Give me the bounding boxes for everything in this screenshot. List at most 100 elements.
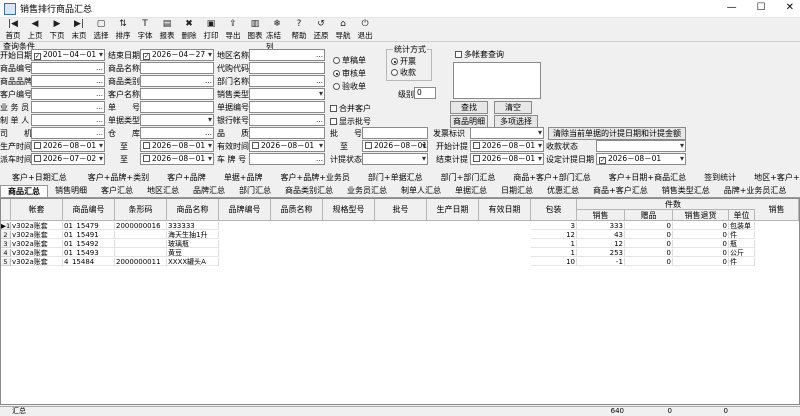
table-cell-barcode[interactable]: 2000000016: [115, 222, 167, 230]
tab-tabs_row1-5[interactable]: 部门+单据汇总: [359, 172, 432, 184]
valid-from-field[interactable]: 2026－08－01: [249, 140, 325, 152]
goods-category-input[interactable]: …: [140, 75, 214, 87]
table-cell-acct[interactable]: v302a账套: [11, 231, 63, 239]
table-cell-name[interactable]: 海天生抽1升: [167, 231, 219, 239]
column-header[interactable]: 批号: [375, 199, 427, 221]
tab-tabs_row1-4[interactable]: 客户+品牌+业务员: [272, 172, 359, 184]
table-cell-code[interactable]: 4_15484: [63, 258, 115, 266]
column-header[interactable]: 规格型号: [323, 199, 375, 221]
table-cell-sale[interactable]: 253: [577, 249, 625, 257]
table-cell-gift[interactable]: 0: [625, 258, 673, 266]
table-cell-name[interactable]: 333333: [167, 222, 219, 230]
tab-tabs_row1-8[interactable]: 客户+日期+商品汇总: [600, 172, 695, 184]
table-cell-ret[interactable]: 0: [673, 249, 729, 257]
goods-code-input[interactable]: …: [31, 62, 105, 74]
table-cell-unit[interactable]: 瓶: [729, 240, 755, 248]
region-input[interactable]: …: [249, 49, 325, 61]
table-cell-unit[interactable]: 公斤: [729, 249, 755, 257]
table-cell-sale[interactable]: 333: [577, 222, 625, 230]
column-header[interactable]: 单位: [729, 210, 755, 221]
start-date-field[interactable]: ✓ 2001－04－01: [31, 49, 105, 61]
merge-customer-check[interactable]: 合并客户: [330, 103, 371, 114]
tab-tabs_row2-6[interactable]: 商品类别汇总: [278, 185, 340, 197]
calc-status-select[interactable]: [362, 153, 428, 165]
salesman-input[interactable]: …: [31, 101, 105, 113]
table-cell-sale[interactable]: 12: [577, 240, 625, 248]
table-cell-gift[interactable]: 0: [625, 231, 673, 239]
goods-name-input[interactable]: [140, 62, 214, 74]
toolbar-freeze-button[interactable]: ❄ 冻结列: [266, 18, 288, 51]
table-cell-barcode[interactable]: [115, 231, 167, 239]
goods-brand-input[interactable]: …: [31, 75, 105, 87]
sales-type-select[interactable]: [249, 88, 325, 100]
agent-code-input[interactable]: [249, 62, 325, 74]
customer-name-input[interactable]: [140, 88, 214, 100]
table-cell-name[interactable]: XXXX罐头A: [167, 258, 219, 266]
row-header[interactable]: 4: [1, 249, 11, 257]
delivery-to-field[interactable]: 2026－08－01: [140, 153, 214, 165]
table-cell-pack[interactable]: 1: [531, 249, 577, 257]
clear-button[interactable]: 清空: [494, 101, 532, 114]
received-radio[interactable]: 收款: [391, 67, 416, 78]
table-cell-sale[interactable]: -1: [577, 258, 625, 266]
tab-tabs_row2-2[interactable]: 客户汇总: [94, 185, 140, 197]
column-header[interactable]: 赠品: [625, 210, 673, 221]
maker-input[interactable]: …: [31, 114, 105, 126]
column-header[interactable]: 销售退货: [673, 210, 729, 221]
tab-tabs_row2-9[interactable]: 单据汇总: [448, 185, 494, 197]
quality-input[interactable]: [249, 127, 325, 139]
toolbar-next-button[interactable]: ▶ 下页: [46, 18, 68, 41]
toolbar-exit-button[interactable]: ⏻ 退出: [354, 18, 376, 41]
table-cell-name[interactable]: 玻璃瓶: [167, 240, 219, 248]
row-header[interactable]: 2: [1, 231, 11, 239]
level-spinner[interactable]: 0: [414, 87, 436, 99]
tab-tabs_row1-3[interactable]: 单据+品牌: [215, 172, 272, 184]
dept-name-input[interactable]: …: [249, 75, 325, 87]
warehouse-input[interactable]: …: [140, 127, 214, 139]
table-cell-gift[interactable]: 0: [625, 249, 673, 257]
tab-tabs_row2-5[interactable]: 部门汇总: [232, 185, 278, 197]
column-header[interactable]: 条形码: [115, 199, 167, 221]
customer-code-input[interactable]: …: [31, 88, 105, 100]
account-list[interactable]: [453, 62, 541, 99]
receive-status-select[interactable]: [596, 140, 686, 152]
toolbar-first-button[interactable]: |◀ 首页: [2, 18, 24, 41]
invoiced-radio[interactable]: 开票: [391, 56, 416, 67]
row-header[interactable]: ▶1: [1, 222, 11, 230]
table-cell-barcode[interactable]: 2000000011: [115, 258, 167, 266]
tab-tabs_row2-7[interactable]: 业务员汇总: [340, 185, 394, 197]
tab-tabs_row2-8[interactable]: 制单人汇总: [394, 185, 448, 197]
produce-to-field[interactable]: 2026－08－01: [140, 140, 214, 152]
doc-type-select[interactable]: [140, 114, 214, 126]
tab-tabs_row1-10[interactable]: 地区+客户+商品汇总: [745, 172, 800, 184]
driver-input[interactable]: …: [31, 127, 105, 139]
tab-tabs_row2-11[interactable]: 优惠汇总: [540, 185, 586, 197]
column-header[interactable]: 销售: [577, 210, 625, 221]
tab-tabs_row2-3[interactable]: 地区汇总: [140, 185, 186, 197]
row-header[interactable]: 3: [1, 240, 11, 248]
toolbar-delete-button[interactable]: ✖ 删除: [178, 18, 200, 41]
tab-tabs_row1-2[interactable]: 客户+品牌: [158, 172, 215, 184]
toolbar-export-button[interactable]: ⇪ 导出: [222, 18, 244, 41]
column-header[interactable]: 销售: [755, 199, 799, 221]
tab-tabs_row1-6[interactable]: 部门+部门汇总: [432, 172, 505, 184]
toolbar-print-button[interactable]: ▣ 打印: [200, 18, 222, 41]
audited-radio[interactable]: 审核单: [333, 68, 366, 79]
data-grid[interactable]: 件数 帐套 商品编号 条形码 商品名称 品牌编号 品质名称 规格型号 批号 生产日期 有效日期 包装…: [0, 198, 800, 405]
table-cell-unit[interactable]: 件: [729, 258, 755, 266]
show-batch-check[interactable]: 显示批号: [330, 116, 371, 127]
start-calc-field[interactable]: 2026－08－01: [470, 140, 544, 152]
search-button[interactable]: 查找: [450, 101, 488, 114]
table-cell-ret[interactable]: 0: [673, 222, 729, 230]
table-cell-barcode[interactable]: [115, 249, 167, 257]
table-cell-acct[interactable]: v302a账套: [11, 249, 63, 257]
invoice-flag-select[interactable]: [470, 127, 544, 139]
column-header[interactable]: 品质名称: [271, 199, 323, 221]
draft-radio[interactable]: 草稿单: [333, 55, 366, 66]
table-cell-ret[interactable]: 0: [673, 240, 729, 248]
column-header[interactable]: 有效日期: [479, 199, 531, 221]
multi-select-button[interactable]: 多项选择: [494, 115, 538, 128]
table-cell-unit[interactable]: 件: [729, 231, 755, 239]
settle-date-field[interactable]: ✓ 2026－08－01: [596, 153, 686, 165]
bank-acct-input[interactable]: …: [249, 114, 325, 126]
